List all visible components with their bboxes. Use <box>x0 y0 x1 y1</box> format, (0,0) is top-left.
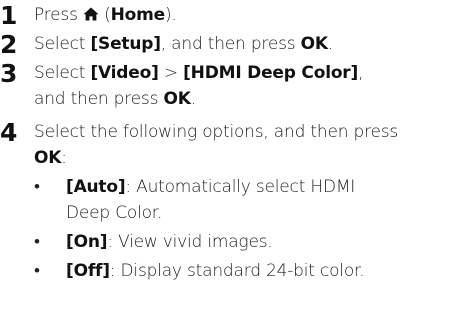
ok-label: OK <box>34 148 62 168</box>
list-item: • [Off]: Display standard 24-bit color. <box>34 258 476 284</box>
step-text: Press (Home). <box>34 5 177 25</box>
option-description: : Automatically select HDMI <box>125 177 356 197</box>
bullet: • <box>34 261 40 281</box>
instruction-steps: 1 Press (Home). 2 Select [Setup], and th… <box>0 0 476 284</box>
ok-label: OK <box>300 34 328 54</box>
home-label: Home <box>110 5 166 25</box>
hdmi-deep-color-label: [HDMI Deep Color] <box>183 63 359 83</box>
bullet: • <box>34 177 40 197</box>
option-description: : Display standard 24-bit color. <box>109 261 365 281</box>
step-4: 4 Select the following options, and then… <box>0 118 476 284</box>
step-number: 4 <box>0 118 18 147</box>
video-menu-label: [Video] <box>90 63 159 83</box>
step-3: 3 Select [Video] > [HDMI Deep Color], and… <box>0 59 476 112</box>
option-key: [On] <box>66 232 108 252</box>
home-icon <box>83 3 99 21</box>
option-key: [Auto] <box>66 177 126 197</box>
step-2: 2 Select [Setup], and then press OK. <box>0 30 476 59</box>
step-number: 1 <box>0 1 18 30</box>
step-text: Select [Setup], and then press OK. <box>34 34 334 54</box>
option-description-continued: Deep Color. <box>66 203 163 223</box>
option-list: • [Auto]: Automatically select HDMI Deep … <box>34 174 476 284</box>
setup-menu-label: [Setup] <box>90 34 161 54</box>
step-number: 2 <box>0 30 18 59</box>
option-key: [Off] <box>66 261 110 281</box>
step-number: 3 <box>0 59 18 88</box>
ok-label: OK <box>163 89 191 109</box>
list-item: • [Auto]: Automatically select HDMI Deep … <box>34 174 476 226</box>
step-text: Select [Video] > [HDMI Deep Color], and t… <box>34 63 364 109</box>
bullet: • <box>34 232 40 252</box>
list-item: • [On]: View vivid images. <box>34 229 476 255</box>
step-text: Select the following options, and then p… <box>34 122 399 168</box>
option-description: : View vivid images. <box>107 232 273 252</box>
step-1: 1 Press (Home). <box>0 1 476 30</box>
